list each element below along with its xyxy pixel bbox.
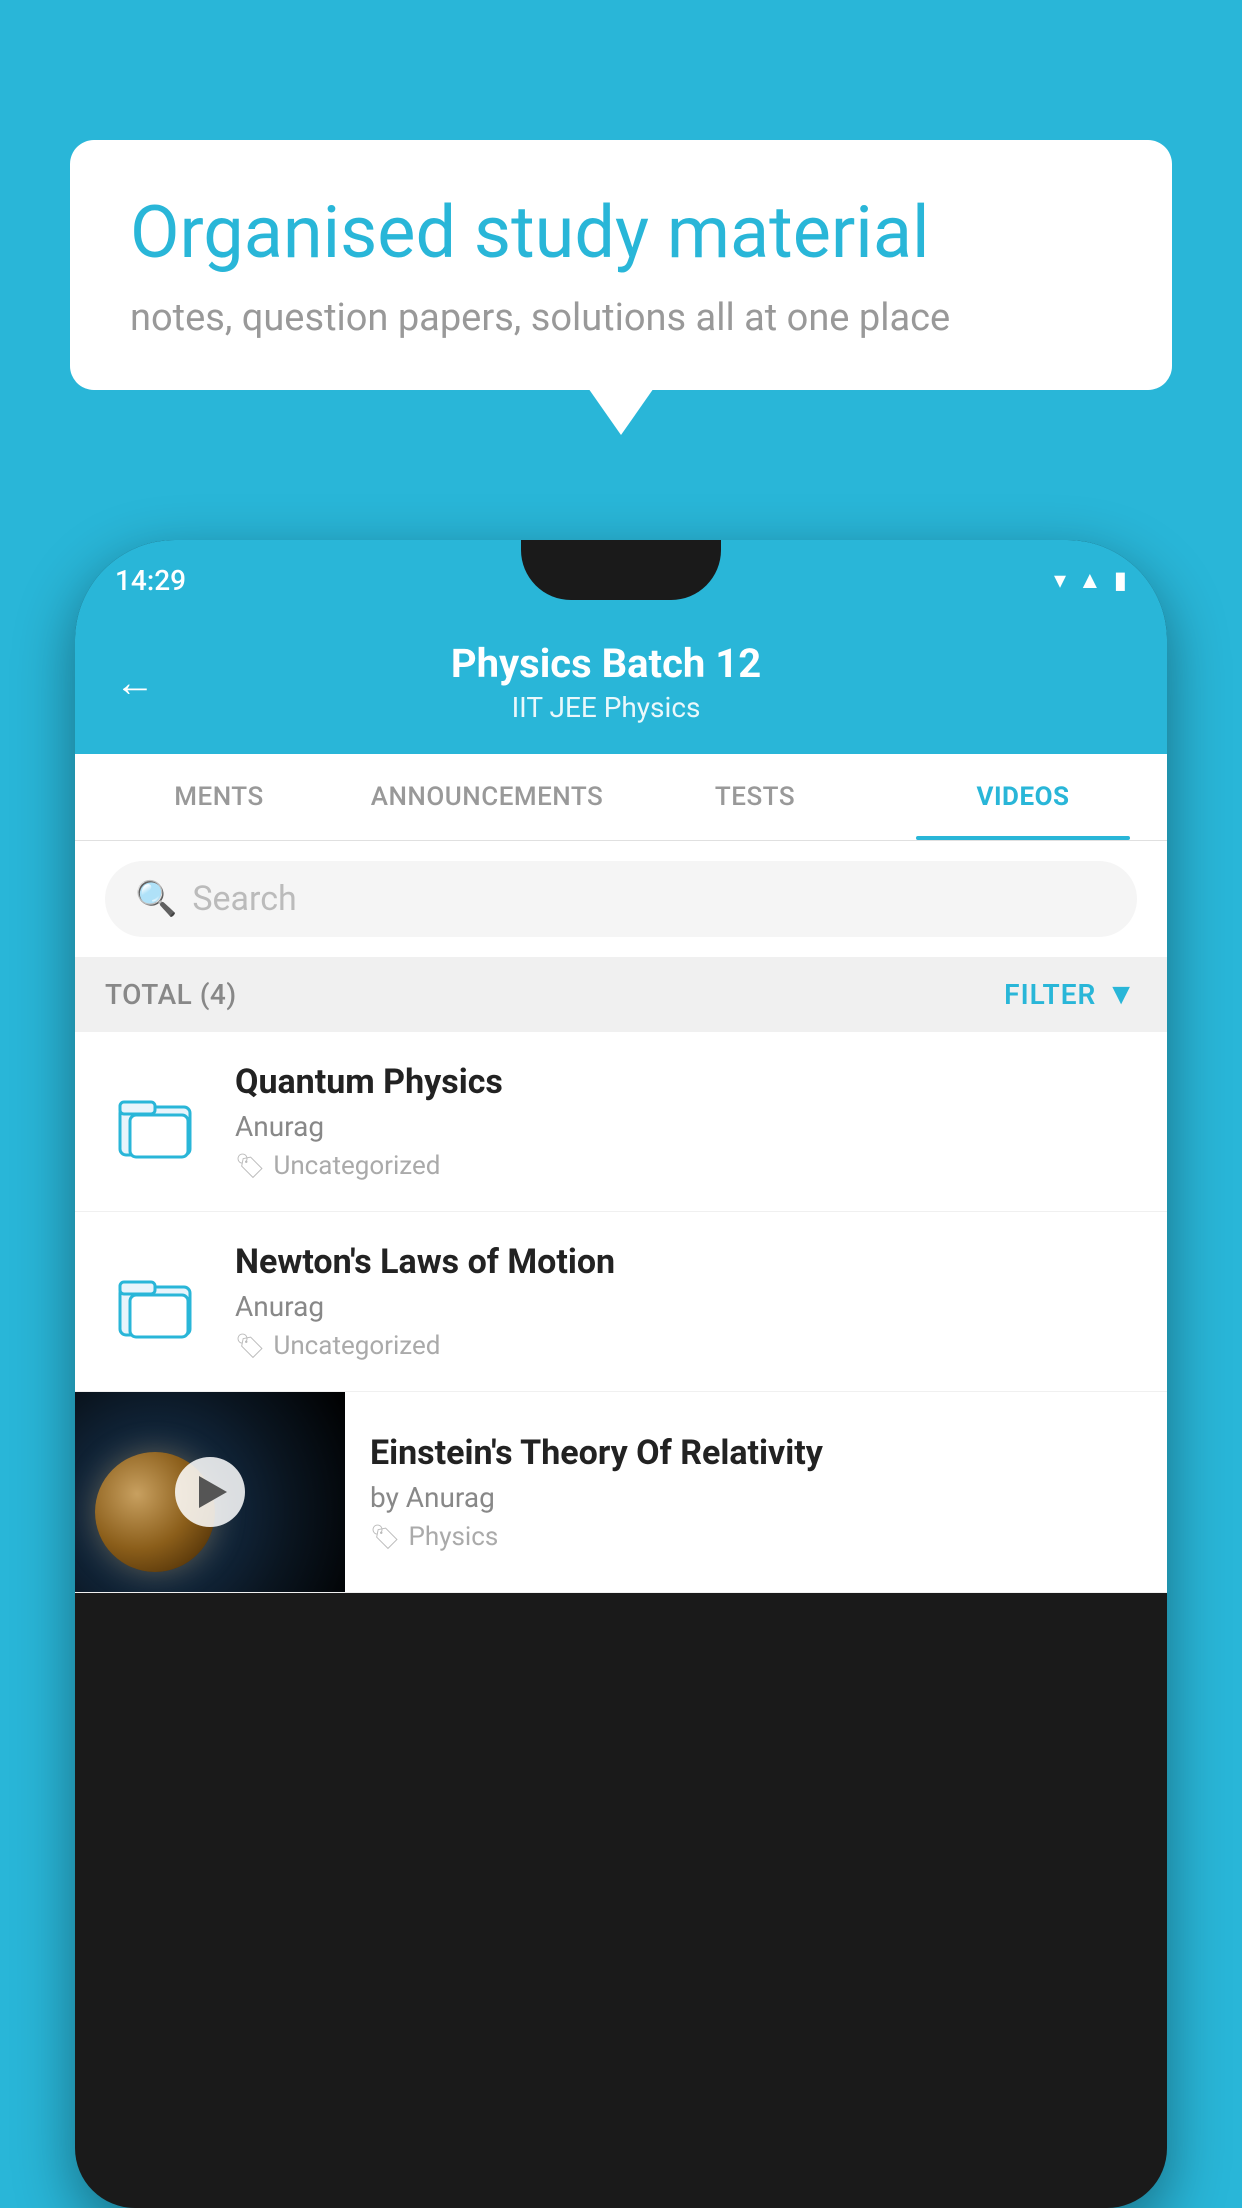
battery-icon: ▮ bbox=[1114, 566, 1127, 594]
video-title-1: Quantum Physics bbox=[235, 1062, 1137, 1102]
tab-bar: MENTS ANNOUNCEMENTS TESTS VIDEOS bbox=[75, 754, 1167, 841]
wifi-icon: ▾ bbox=[1054, 566, 1066, 594]
tag-label-2: Uncategorized bbox=[273, 1331, 440, 1361]
folder-icon-2 bbox=[115, 1262, 195, 1342]
video-info-1: Quantum Physics Anurag 🏷 Uncategorized bbox=[235, 1062, 1137, 1181]
speech-bubble-container: Organised study material notes, question… bbox=[70, 140, 1172, 390]
play-button[interactable] bbox=[175, 1457, 245, 1527]
video-author-2: Anurag bbox=[235, 1290, 1137, 1323]
list-item[interactable]: Newton's Laws of Motion Anurag 🏷 Uncateg… bbox=[75, 1212, 1167, 1392]
search-icon: 🔍 bbox=[135, 879, 177, 919]
tag-icon-2: 🏷 bbox=[235, 1332, 265, 1360]
thumb-background bbox=[75, 1392, 345, 1592]
content-area: Quantum Physics Anurag 🏷 Uncategorized N… bbox=[75, 1032, 1167, 1593]
search-input[interactable]: Search bbox=[192, 879, 296, 919]
filter-label: FILTER bbox=[1004, 978, 1096, 1011]
play-triangle-icon bbox=[199, 1476, 227, 1508]
phone-frame: 14:29 ▾ ▲ ▮ ← Physics Batch 12 IIT JEE P… bbox=[75, 540, 1167, 2208]
header-title: Physics Batch 12 bbox=[185, 640, 1027, 687]
video-tag-2: 🏷 Uncategorized bbox=[235, 1331, 1137, 1361]
video-info-2: Newton's Laws of Motion Anurag 🏷 Uncateg… bbox=[235, 1242, 1137, 1361]
bubble-title: Organised study material bbox=[130, 190, 1112, 276]
tag-label-1: Uncategorized bbox=[273, 1151, 440, 1181]
tab-ments[interactable]: MENTS bbox=[85, 754, 353, 840]
tab-tests[interactable]: TESTS bbox=[621, 754, 889, 840]
folder-icon-wrap-2 bbox=[105, 1262, 205, 1342]
status-bar: 14:29 ▾ ▲ ▮ bbox=[75, 540, 1167, 620]
tag-label-3: Physics bbox=[408, 1522, 498, 1552]
video-author-1: Anurag bbox=[235, 1110, 1137, 1143]
video-tag-1: 🏷 Uncategorized bbox=[235, 1151, 1137, 1181]
speech-bubble: Organised study material notes, question… bbox=[70, 140, 1172, 390]
signal-icon: ▲ bbox=[1078, 566, 1102, 595]
video-info-3: Einstein's Theory Of Relativity by Anura… bbox=[345, 1408, 1167, 1577]
header-title-block: Physics Batch 12 IIT JEE Physics bbox=[185, 640, 1027, 724]
status-time: 14:29 bbox=[115, 564, 186, 597]
search-container: 🔍 Search bbox=[75, 841, 1167, 957]
filter-button[interactable]: FILTER ▼ bbox=[1004, 977, 1137, 1012]
folder-icon bbox=[115, 1082, 195, 1162]
filter-icon: ▼ bbox=[1106, 977, 1137, 1012]
filter-bar: TOTAL (4) FILTER ▼ bbox=[75, 957, 1167, 1032]
video-thumbnail bbox=[75, 1392, 345, 1592]
status-icons: ▾ ▲ ▮ bbox=[1054, 566, 1127, 595]
app-header: ← Physics Batch 12 IIT JEE Physics bbox=[75, 620, 1167, 754]
video-author-3: by Anurag bbox=[370, 1481, 1142, 1514]
tab-videos[interactable]: VIDEOS bbox=[889, 754, 1157, 840]
video-title-3: Einstein's Theory Of Relativity bbox=[370, 1433, 1142, 1473]
list-item[interactable]: Quantum Physics Anurag 🏷 Uncategorized bbox=[75, 1032, 1167, 1212]
back-button[interactable]: ← bbox=[115, 659, 155, 706]
bubble-subtitle: notes, question papers, solutions all at… bbox=[130, 296, 1112, 340]
video-tag-3: 🏷 Physics bbox=[370, 1522, 1142, 1552]
search-bar[interactable]: 🔍 Search bbox=[105, 861, 1137, 937]
tag-icon-3: 🏷 bbox=[370, 1523, 400, 1551]
tag-icon-1: 🏷 bbox=[235, 1152, 265, 1180]
header-subtitle: IIT JEE Physics bbox=[185, 691, 1027, 724]
list-item[interactable]: Einstein's Theory Of Relativity by Anura… bbox=[75, 1392, 1167, 1593]
total-count: TOTAL (4) bbox=[105, 978, 237, 1011]
folder-icon-wrap bbox=[105, 1082, 205, 1162]
tab-announcements[interactable]: ANNOUNCEMENTS bbox=[353, 754, 621, 840]
video-title-2: Newton's Laws of Motion bbox=[235, 1242, 1137, 1282]
